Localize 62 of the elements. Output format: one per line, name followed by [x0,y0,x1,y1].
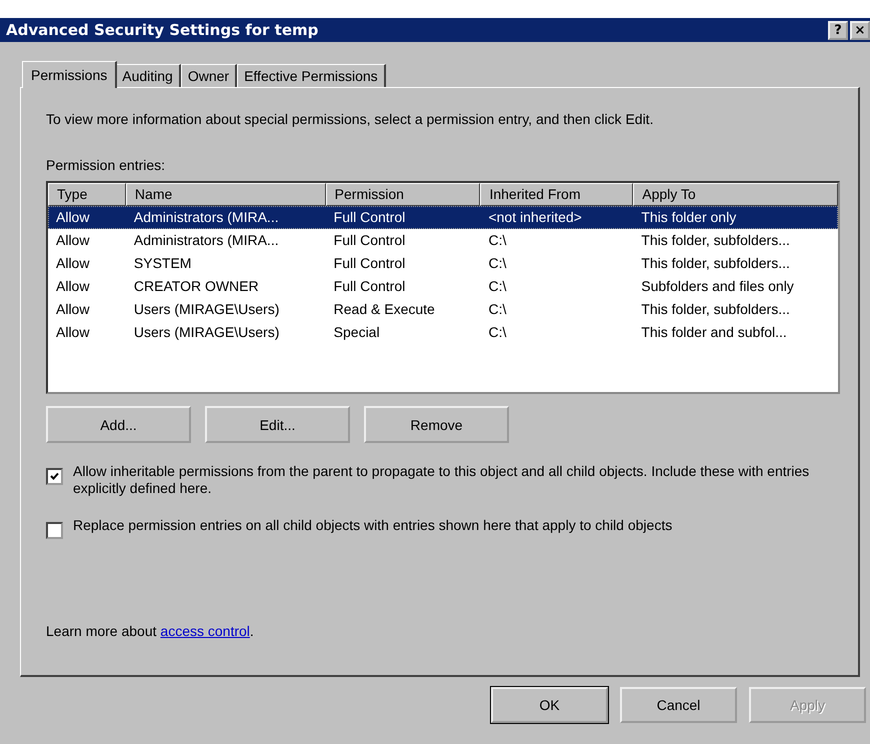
tab[interactable]: Owner [180,64,238,87]
table-cell-text: Users (MIRAGE\Users) [132,301,280,317]
action-button[interactable]: Edit... [205,406,350,443]
instruction-text: To view more information about special permissions, select a permission entry, and then click Edit. [46,111,654,127]
checkbox[interactable] [46,468,63,485]
help-button[interactable]: ? [828,20,848,40]
table-cell-text: This folder, subfolders... [640,232,791,248]
table-row[interactable]: Allow Administrators (MIRA... Full Control <not inherited> This folder only [48,206,838,229]
table-cell-text: Administrators (MIRA... [132,232,280,248]
column-header[interactable]: Apply To [633,183,838,206]
checkbox[interactable] [46,522,63,539]
column-header[interactable]: Permission [326,183,480,206]
table-cell-text: Full Control [332,209,406,225]
access-control-link[interactable]: access control [160,623,250,639]
checkbox-label: Allow inheritable permissions from the parent to propagate to this object and all child objects. Include these with entries explicitly defined here. [73,463,810,497]
checkbox-label: Replace permission entries on all child objects with entries shown here that apply to child objects [73,517,672,534]
table-cell-text: Administrators (MIRA... [132,209,280,225]
tab[interactable]: Permissions [22,61,118,88]
table-cell-text: Full Control [332,232,406,248]
table-cell-text: Users (MIRAGE\Users) [132,324,280,340]
column-header[interactable]: Name [126,183,326,206]
check-icon [50,472,59,481]
action-button[interactable]: Add... [46,406,191,443]
table-cell-text: This folder, subfolders... [640,301,791,317]
table-cell-text: Allow [55,232,90,248]
window-title: Advanced Security Settings for temp [6,21,318,39]
table-cell-text: Allow [55,301,90,317]
table-row[interactable]: Allow Administrators (MIRA... Full Control C:\ This folder, subfolders... [48,229,838,252]
table-cell-text: <not inherited> [487,209,583,225]
table-cell-text: SYSTEM [132,255,192,271]
dialog-button[interactable]: OK [491,687,608,723]
list-label: Permission entries: [46,157,166,173]
table-row[interactable]: Allow Users (MIRAGE\Users) Special C:\ This folder and subfol... [48,321,838,344]
column-header[interactable]: Type [48,183,126,206]
tab[interactable]: Effective Permissions [237,64,386,87]
table-row[interactable]: Allow CREATOR OWNER Full Control C:\ Subfolders and files only [48,275,838,298]
table-cell-text: C:\ [487,255,508,271]
table-cell-text: Subfolders and files only [640,278,795,294]
table-cell-text: Allow [55,255,90,271]
table-cell-text: C:\ [487,324,508,340]
table-cell-text: CREATOR OWNER [132,278,260,294]
table-row[interactable]: Allow Users (MIRAGE\Users) Read & Execute C:\ This folder, subfolders... [48,298,838,321]
table-cell-text: This folder only [640,209,738,225]
table-cell-text: C:\ [487,232,508,248]
table-cell-text: C:\ [487,278,508,294]
table-cell-text: Allow [55,278,90,294]
table-cell-text: Read & Execute [332,301,436,317]
table-cell-text: Allow [55,209,90,225]
table-cell-text: Full Control [332,255,406,271]
table-cell-text: Special [332,324,381,340]
column-header[interactable]: Inherited From [480,183,634,206]
table-cell-text: This folder and subfol... [640,324,788,340]
close-button[interactable]: × [850,20,870,40]
table-cell-text: Allow [55,324,90,340]
dialog-button[interactable]: Cancel [620,687,737,723]
table-cell-text: C:\ [487,301,508,317]
tab[interactable]: Auditing [115,64,181,87]
table-cell-text: Full Control [332,278,406,294]
help-text: Learn more about access control. [46,623,255,639]
action-button[interactable]: Remove [364,406,509,443]
table-row[interactable]: Allow SYSTEM Full Control C:\ This folder, subfolders... [48,252,838,275]
table-cell-text: This folder, subfolders... [640,255,791,271]
